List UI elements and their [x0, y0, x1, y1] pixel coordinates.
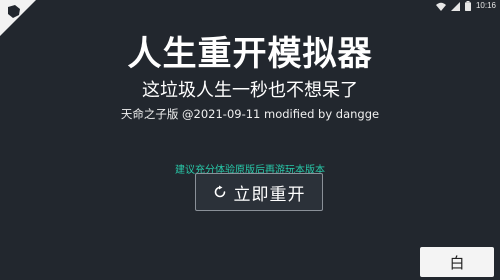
refresh-icon: [214, 185, 225, 198]
wifi-icon: [435, 2, 446, 11]
status-indicators: 10:16: [435, 1, 496, 11]
cellular-icon: [450, 1, 460, 11]
version-credit: 天命之子版 @2021-09-11 modified by dangge: [120, 107, 380, 121]
restart-button-label: 立即重开: [233, 184, 306, 205]
restart-button[interactable]: 立即重开: [195, 173, 323, 211]
battery-icon: [464, 1, 471, 11]
page-subtitle: 这垃圾人生一秒也不想呆了: [142, 80, 358, 101]
app-badge-icon: [0, 0, 36, 36]
status-time: 10:16: [475, 1, 496, 10]
theme-toggle-button[interactable]: 白: [420, 247, 494, 277]
page-title: 人生重开模拟器: [127, 34, 373, 74]
status-bar: 10:16: [0, 0, 500, 36]
